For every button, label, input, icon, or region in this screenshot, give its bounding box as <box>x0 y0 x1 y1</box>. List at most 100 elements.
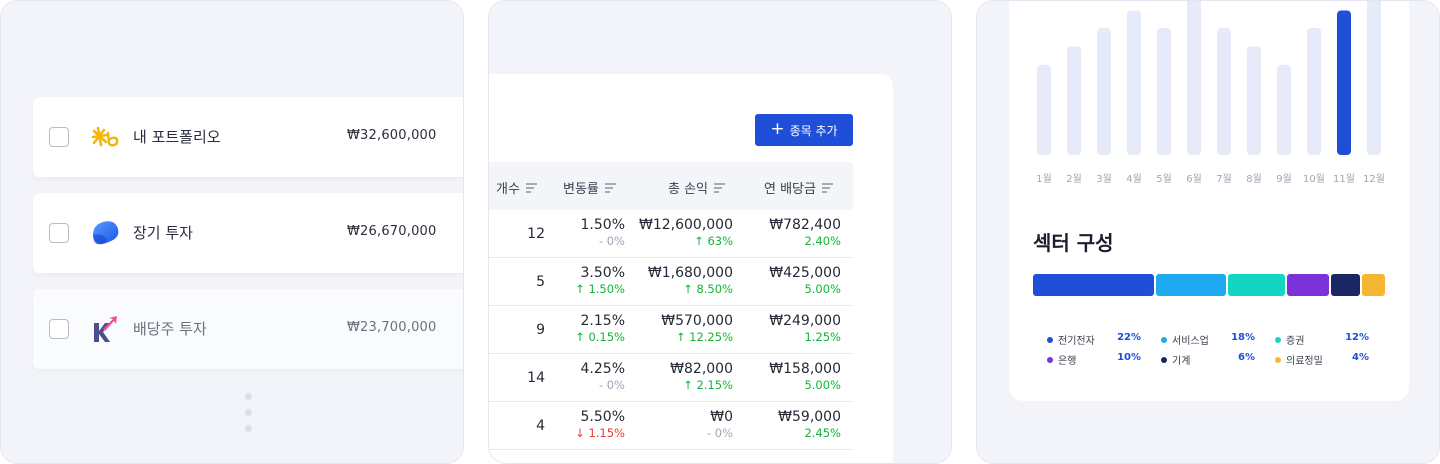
holdings-table-panel: + 종목 추가 개수 변동률 총 손익 연 배당금 12 1.50% - 0% ₩12… <box>488 0 952 464</box>
table-header: 개수 변동률 총 손익 연 배당금 <box>489 162 853 210</box>
column-header-rate[interactable]: 변동률 <box>563 178 616 197</box>
sector-segment[interactable] <box>1228 274 1286 296</box>
column-header-label: 총 손익 <box>668 182 709 197</box>
sector-legend-item: 은행 <box>1047 352 1076 367</box>
drag-handle-dot <box>245 409 252 416</box>
sector-name: 전기전자 <box>1058 336 1095 347</box>
pnl-value: ₩82,000 <box>670 361 733 377</box>
analytics-card: 1월 2월 3월 4월 5월 6월 7월 8월 9월 10월 11월 12월 섹터 구성 전기전자 22… <box>1009 0 1409 401</box>
pnl-change-value: 8.50% <box>696 282 733 296</box>
portfolio-checkbox[interactable] <box>49 223 69 243</box>
rate-cell: 1.50% - 0% <box>581 217 625 248</box>
add-stock-button[interactable]: + 종목 추가 <box>755 114 853 146</box>
chart-bar[interactable] <box>1127 10 1141 155</box>
analytics-panel: 1월 2월 3월 4월 5월 6월 7월 8월 9월 10월 11월 12월 섹터 구성 전기전자 22… <box>976 0 1440 464</box>
rate-cell: 2.15% ↑ 0.15% <box>575 313 625 344</box>
chart-bar[interactable] <box>1307 27 1321 155</box>
rate-change: - 0% <box>581 378 625 392</box>
chart-x-tick-label: 4월 <box>1126 173 1142 185</box>
chart-bar[interactable] <box>1277 64 1291 155</box>
count-cell: 4 <box>536 418 545 434</box>
rate-change: - 0% <box>581 234 625 248</box>
chart-x-tick-label: 3월 <box>1096 173 1112 185</box>
portfolio-list-panel: 내 포트폴리오 ₩32,600,000 장기 투자 ₩26,670,000 배당… <box>0 0 464 464</box>
portfolio-checkbox[interactable] <box>49 319 69 339</box>
chart-bar[interactable] <box>1217 27 1231 155</box>
rate-change-value: - 0% <box>598 378 625 392</box>
rate-value: 2.15% <box>580 313 625 329</box>
sector-segment[interactable] <box>1361 274 1385 296</box>
count-value: 9 <box>536 322 545 338</box>
sector-legend-item: 의료정밀 <box>1275 352 1323 367</box>
table-row[interactable]: 14 4.25% - 0% ₩82,000 ↑ 2.15% ₩158,000 5.00% <box>489 354 853 402</box>
chart-x-tick-label: 11월 <box>1333 173 1355 185</box>
chart-bar[interactable] <box>1367 0 1381 155</box>
sector-segment[interactable] <box>1155 274 1227 296</box>
count-value: 4 <box>536 418 545 434</box>
rate-change: ↑ 1.50% <box>575 282 625 296</box>
column-header-pnl[interactable]: 총 손익 <box>668 178 726 197</box>
dividend-cell: ₩782,400 2.40% <box>769 217 841 248</box>
toss-icon <box>89 217 121 249</box>
portfolio-checkbox[interactable] <box>49 127 69 147</box>
trend-arrow-icon: ↓ <box>575 426 589 440</box>
pnl-change: - 0% <box>707 426 733 440</box>
dividend-yield: 5.00% <box>804 282 841 296</box>
count-cell: 14 <box>527 370 545 386</box>
column-header-dividend[interactable]: 연 배당금 <box>764 178 833 197</box>
portfolio-card[interactable]: 내 포트폴리오 ₩32,600,000 <box>33 97 463 177</box>
chart-bar[interactable] <box>1067 46 1081 155</box>
chart-bar[interactable] <box>1187 0 1201 155</box>
sector-legend-item: 기계 <box>1161 352 1190 367</box>
portfolio-name: 장기 투자 <box>133 224 193 242</box>
pnl-change-value: 63% <box>707 234 733 248</box>
sort-icon <box>604 183 616 193</box>
chart-x-tick-label: 9월 <box>1276 173 1292 185</box>
dividend-cell: ₩59,000 2.45% <box>778 409 841 440</box>
chart-x-tick-label: 7월 <box>1216 173 1232 185</box>
pnl-value: ₩12,600,000 <box>638 217 733 233</box>
column-header-count[interactable]: 개수 <box>496 178 537 197</box>
count-cell: 9 <box>536 322 545 338</box>
legend-dot-icon <box>1161 356 1167 363</box>
rate-value: 5.50% <box>580 409 625 425</box>
legend-dot-icon <box>1275 336 1281 343</box>
sector-segment[interactable] <box>1033 274 1154 296</box>
dividend-value: ₩158,000 <box>769 361 841 377</box>
pnl-value: ₩0 <box>710 409 733 425</box>
chart-bar[interactable] <box>1337 10 1351 155</box>
chart-bar[interactable] <box>1247 46 1261 155</box>
chart-bar[interactable] <box>1037 64 1051 155</box>
table-row[interactable]: 4 5.50% ↓ 1.15% ₩0- 0% ₩59,000 2.45% <box>489 402 853 450</box>
table-row[interactable]: 12 1.50% - 0% ₩12,600,000 ↑ 63% ₩782,400 2.40% <box>489 210 853 258</box>
trend-arrow-icon: ↑ <box>575 330 589 344</box>
dividend-yield: 5.00% <box>804 378 841 392</box>
sort-icon <box>714 183 726 193</box>
dividend-value: ₩425,000 <box>769 265 841 281</box>
chart-bar[interactable] <box>1097 27 1111 155</box>
dividend-value: ₩782,400 <box>769 217 841 233</box>
legend-dot-icon <box>1047 356 1053 363</box>
rate-value: 3.50% <box>580 265 625 281</box>
sector-percent: 18% <box>1231 332 1255 343</box>
sector-percent: 4% <box>1352 352 1369 363</box>
portfolio-card[interactable]: 장기 투자 ₩26,670,000 <box>33 193 463 273</box>
drag-handle-dot <box>245 393 252 400</box>
sector-segment[interactable] <box>1331 274 1360 296</box>
table-row[interactable]: 9 2.15% ↑ 0.15% ₩570,000 ↑ 12.25% ₩249,000 1.2… <box>489 306 853 354</box>
dividend-value: ₩249,000 <box>769 313 841 329</box>
rate-value: 4.25% <box>580 361 625 377</box>
sector-percent: 6% <box>1238 352 1255 363</box>
sector-name: 은행 <box>1058 356 1077 367</box>
table-row[interactable]: 5 3.50% ↑ 1.50% ₩1,680,000 ↑ 8.50% ₩425,000 5.… <box>489 258 853 306</box>
portfolio-card[interactable]: 배당주 투자 ₩23,700,000 <box>33 289 463 369</box>
trend-arrow-icon: ↑ <box>575 282 589 296</box>
trend-arrow-icon: ↑ <box>694 234 708 248</box>
portfolio-value: ₩23,700,000 <box>347 320 437 335</box>
portfolio-value: ₩26,670,000 <box>347 224 437 239</box>
chart-x-tick-label: 12월 <box>1363 173 1385 185</box>
sector-segment[interactable] <box>1287 274 1330 296</box>
sector-name: 의료정밀 <box>1286 356 1323 367</box>
chart-x-tick-label: 1월 <box>1036 173 1052 185</box>
chart-bar[interactable] <box>1157 27 1171 155</box>
